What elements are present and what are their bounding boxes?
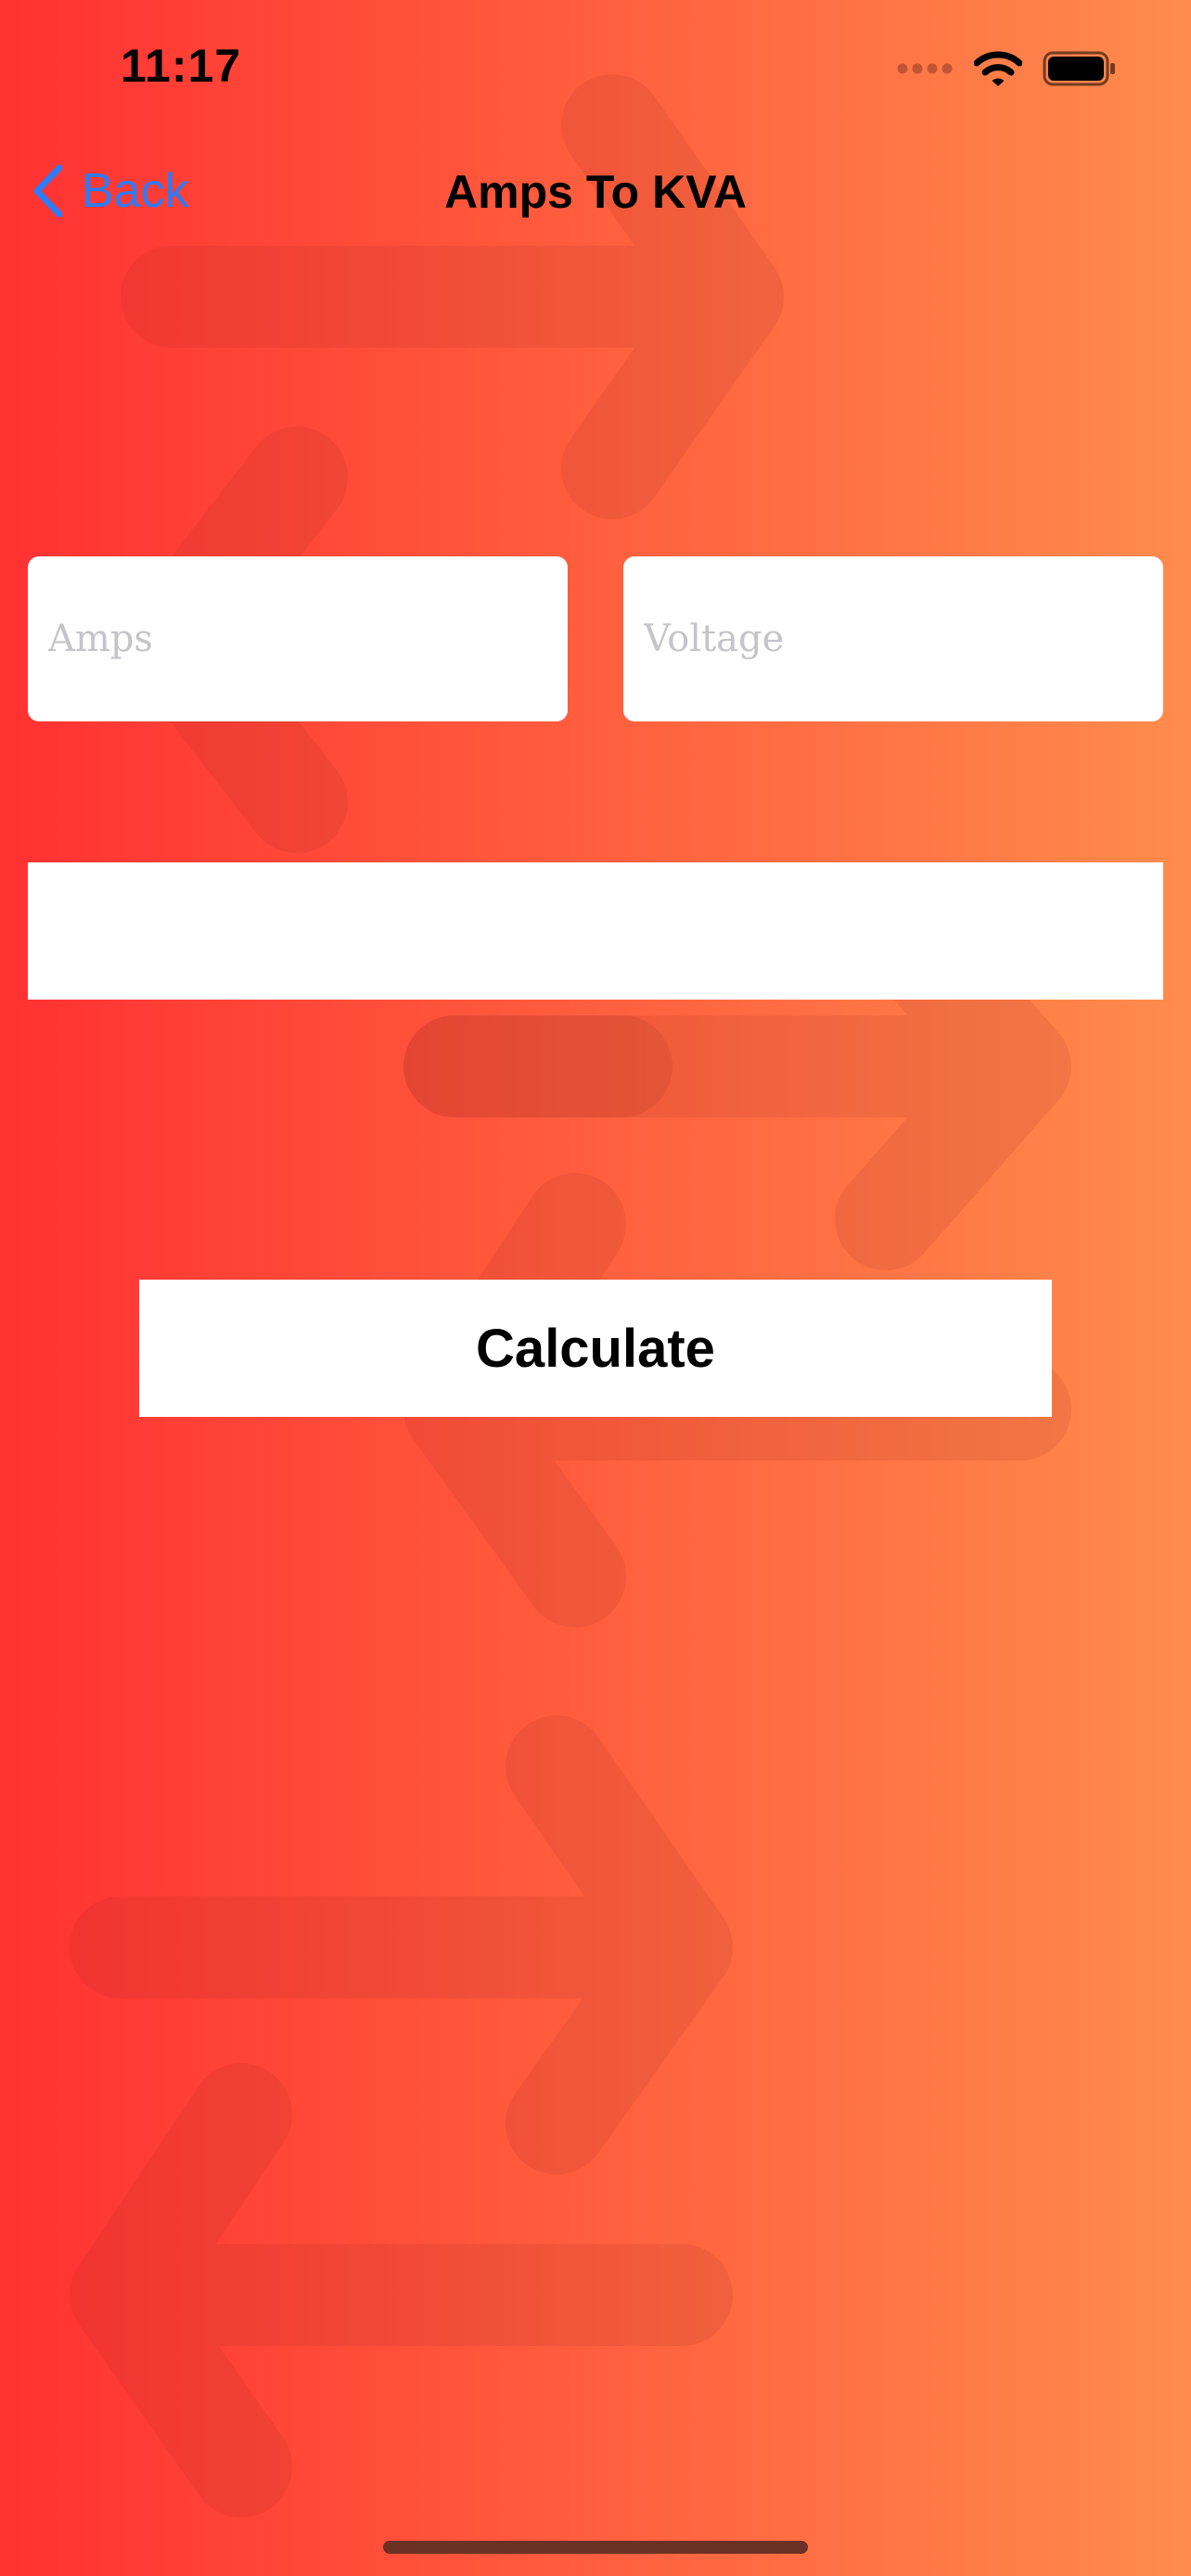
result-display [28, 862, 1163, 1000]
cellular-signal-icon [897, 63, 953, 74]
status-time: 11:17 [121, 40, 242, 92]
wifi-icon [974, 51, 1022, 86]
home-indicator [383, 2541, 808, 2554]
calculate-button[interactable]: Calculate [139, 1280, 1052, 1417]
status-icons [896, 45, 1117, 93]
status-bar: 11:17 [0, 0, 1191, 139]
amps-input[interactable] [28, 556, 568, 721]
battery-icon [1043, 51, 1115, 86]
page-title: Amps To KVA [444, 166, 747, 218]
voltage-input[interactable] [623, 556, 1163, 721]
navigation-bar: Back Amps To KVA [0, 148, 1191, 232]
